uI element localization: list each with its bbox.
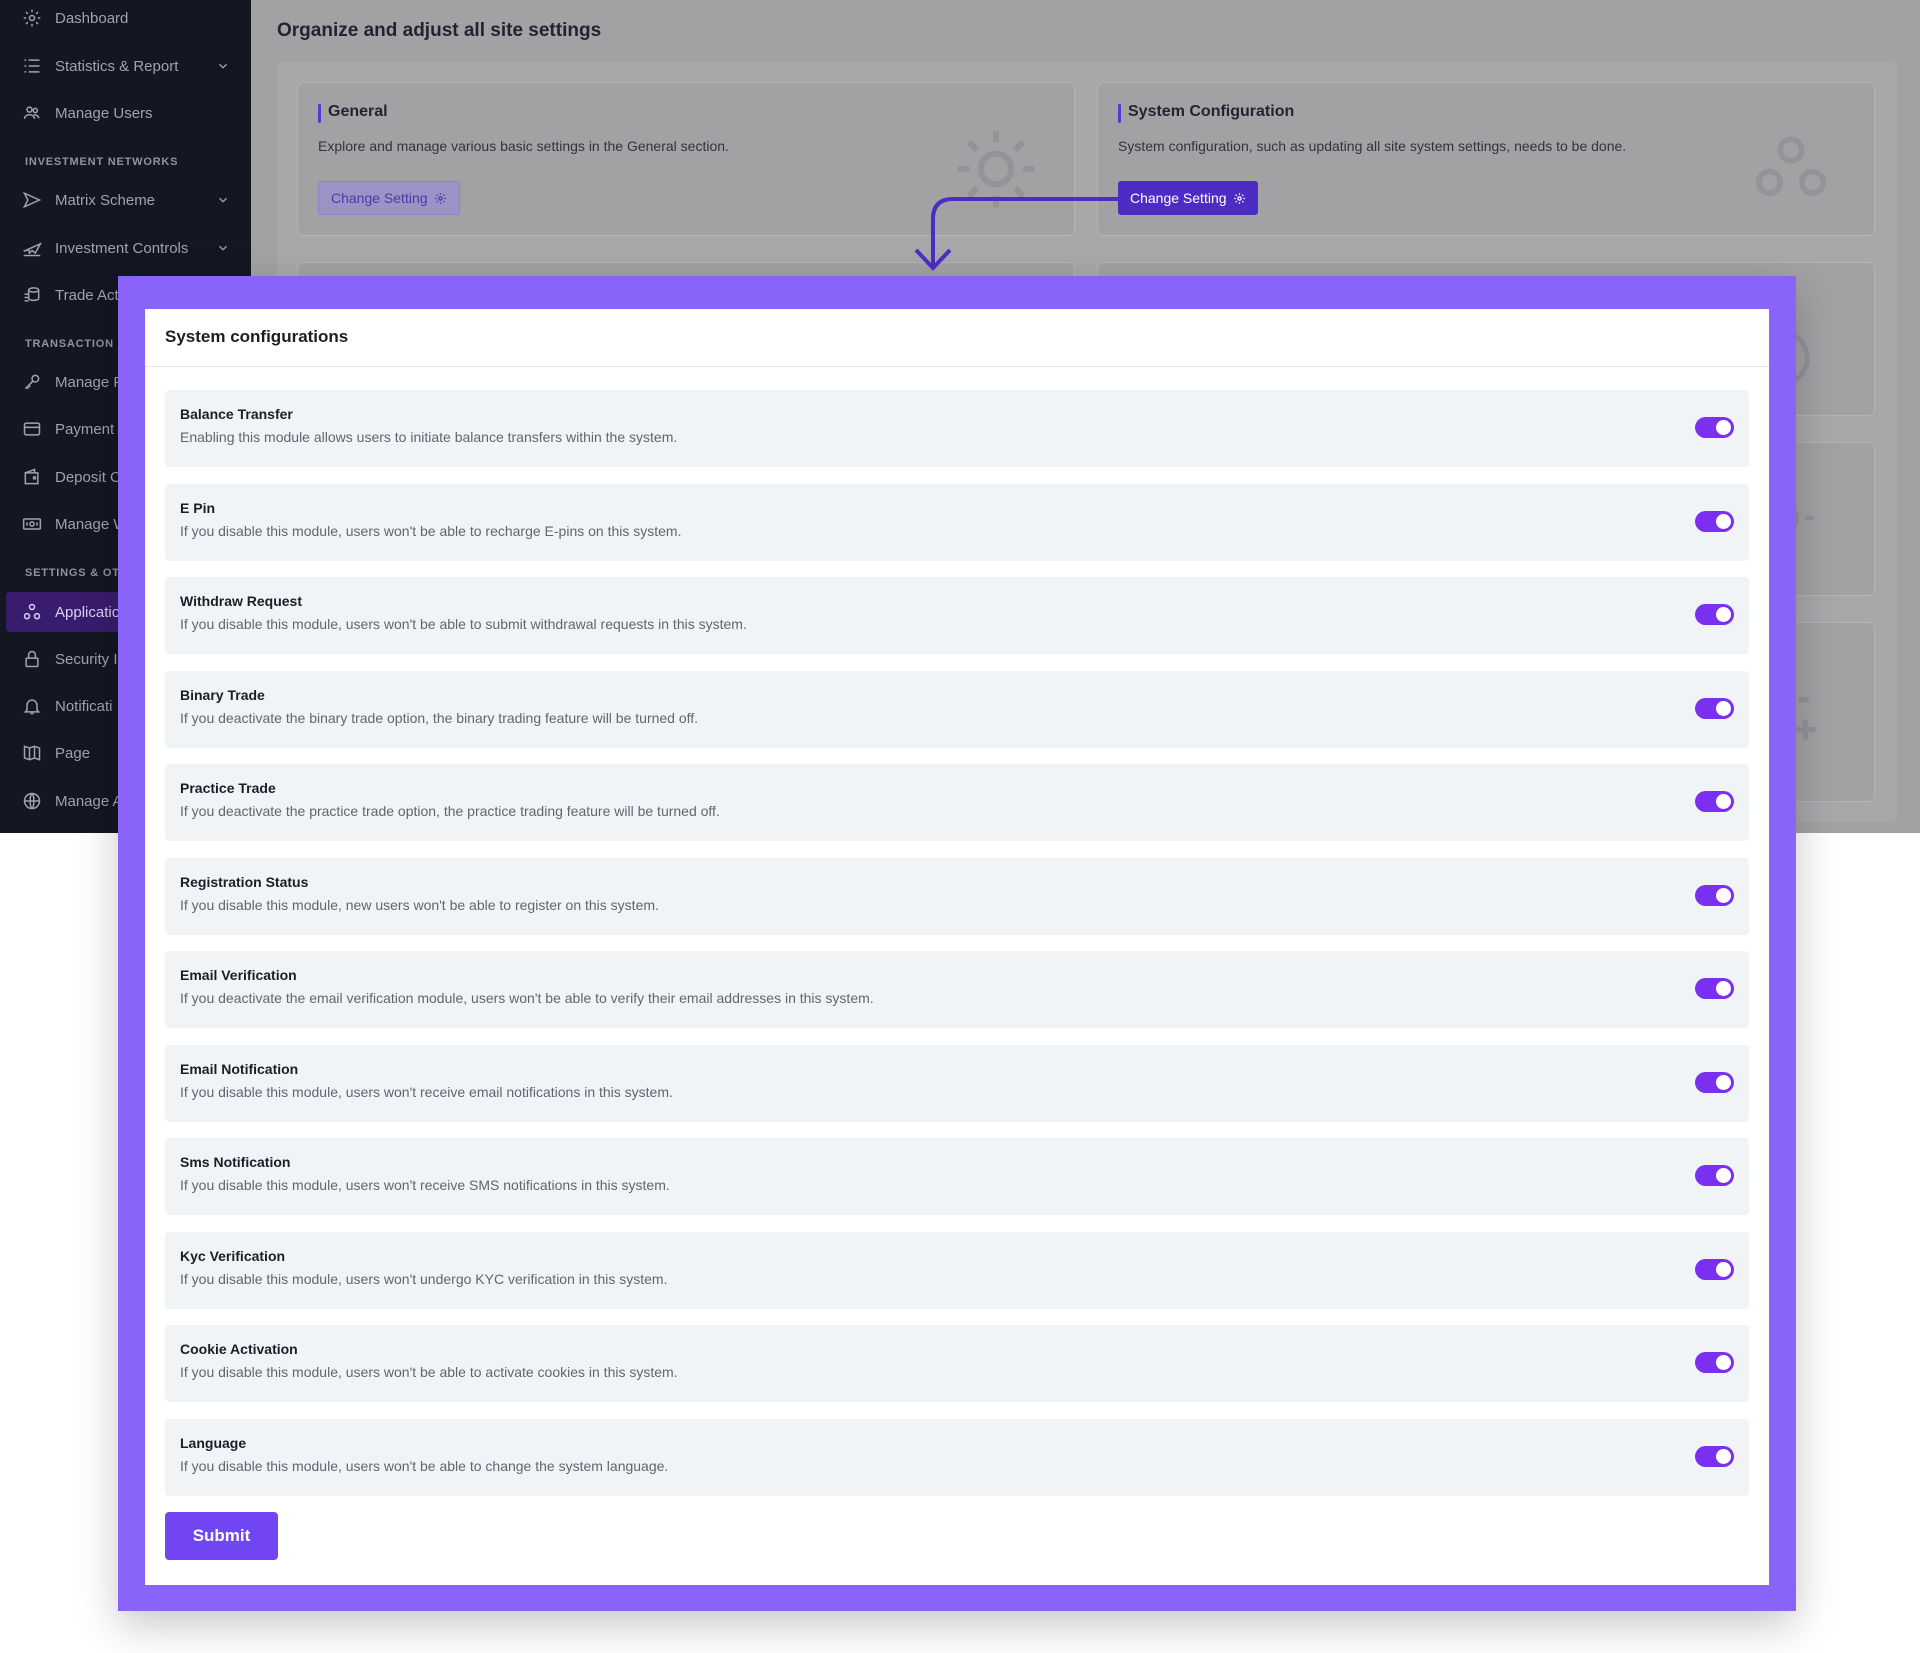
setting-description: If you deactivate the practice trade opt… [180,803,720,819]
setting-description: If you disable this module, users won't … [180,1457,669,1474]
practice-trade-toggle[interactable] [1695,791,1734,812]
setting-title: Sms Notification [180,1154,291,1170]
setting-row-email-verification: Email Verification If you deactivate the… [165,951,1749,1028]
binary-trade-toggle[interactable] [1695,697,1734,719]
setting-title: Email Verification [180,967,297,983]
setting-title: Binary Trade [180,686,265,703]
e-pin-toggle[interactable] [1695,510,1734,532]
setting-description: If you deactivate the email verification… [180,990,874,1006]
sms-notification-toggle[interactable] [1695,1165,1734,1186]
registration-status-toggle[interactable] [1695,884,1734,906]
setting-title: Practice Trade [180,780,276,796]
setting-row-language: Language If you disable this module, use… [165,1418,1749,1496]
setting-description: If you disable this module, users won't … [180,1177,670,1193]
setting-title: E Pin [180,499,216,516]
kyc-verification-toggle[interactable] [1695,1258,1734,1280]
setting-title: Balance Transfer [180,406,293,422]
setting-title: Email Notification [180,1060,299,1077]
submit-button[interactable]: Submit [165,1512,278,1560]
setting-description: If you disable this module, users won't … [180,1364,678,1380]
settings-list: Balance Transfer Enabling this module al… [165,390,1749,1512]
setting-title: Kyc Verification [180,1247,286,1264]
system-configurations-modal: System configurations Balance Transfer E… [145,309,1769,1585]
setting-row-registration-status: Registration Status If you disable this … [165,857,1749,935]
setting-title: Cookie Activation [180,1341,298,1357]
setting-description: If you disable this module, users won't … [180,1083,673,1100]
modal-title: System configurations [165,327,349,346]
setting-description: Enabling this module allows users to ini… [180,429,678,445]
modal-header: System configurations [145,309,1769,367]
setting-description: If you deactivate the binary trade optio… [180,709,699,726]
setting-row-cookie-activation: Cookie Activation If you disable this mo… [165,1325,1749,1402]
setting-title: Withdraw Request [180,593,302,609]
setting-row-balance-transfer: Balance Transfer Enabling this module al… [165,390,1749,467]
setting-row-e-pin: E Pin If you disable this module, users … [165,483,1749,561]
setting-row-kyc-verification: Kyc Verification If you disable this mod… [165,1231,1749,1309]
setting-description: If you disable this module, new users wo… [180,896,659,913]
setting-title: Registration Status [180,873,309,890]
cookie-activation-toggle[interactable] [1695,1352,1734,1373]
setting-description: If you disable this module, users won't … [180,616,747,632]
email-notification-toggle[interactable] [1695,1071,1734,1093]
withdraw-request-toggle[interactable] [1695,604,1734,625]
setting-row-email-notification: Email Notification If you disable this m… [165,1044,1749,1122]
setting-row-sms-notification: Sms Notification If you disable this mod… [165,1138,1749,1215]
setting-title: Language [180,1434,247,1451]
setting-description: If you disable this module, users won't … [180,522,682,539]
setting-row-withdraw-request: Withdraw Request If you disable this mod… [165,577,1749,654]
setting-row-binary-trade: Binary Trade If you deactivate the binar… [165,670,1749,748]
email-verification-toggle[interactable] [1695,978,1734,999]
setting-description: If you disable this module, users won't … [180,1270,668,1287]
balance-transfer-toggle[interactable] [1695,417,1734,438]
setting-row-practice-trade: Practice Trade If you deactivate the pra… [165,764,1749,841]
language-toggle[interactable] [1695,1445,1734,1467]
